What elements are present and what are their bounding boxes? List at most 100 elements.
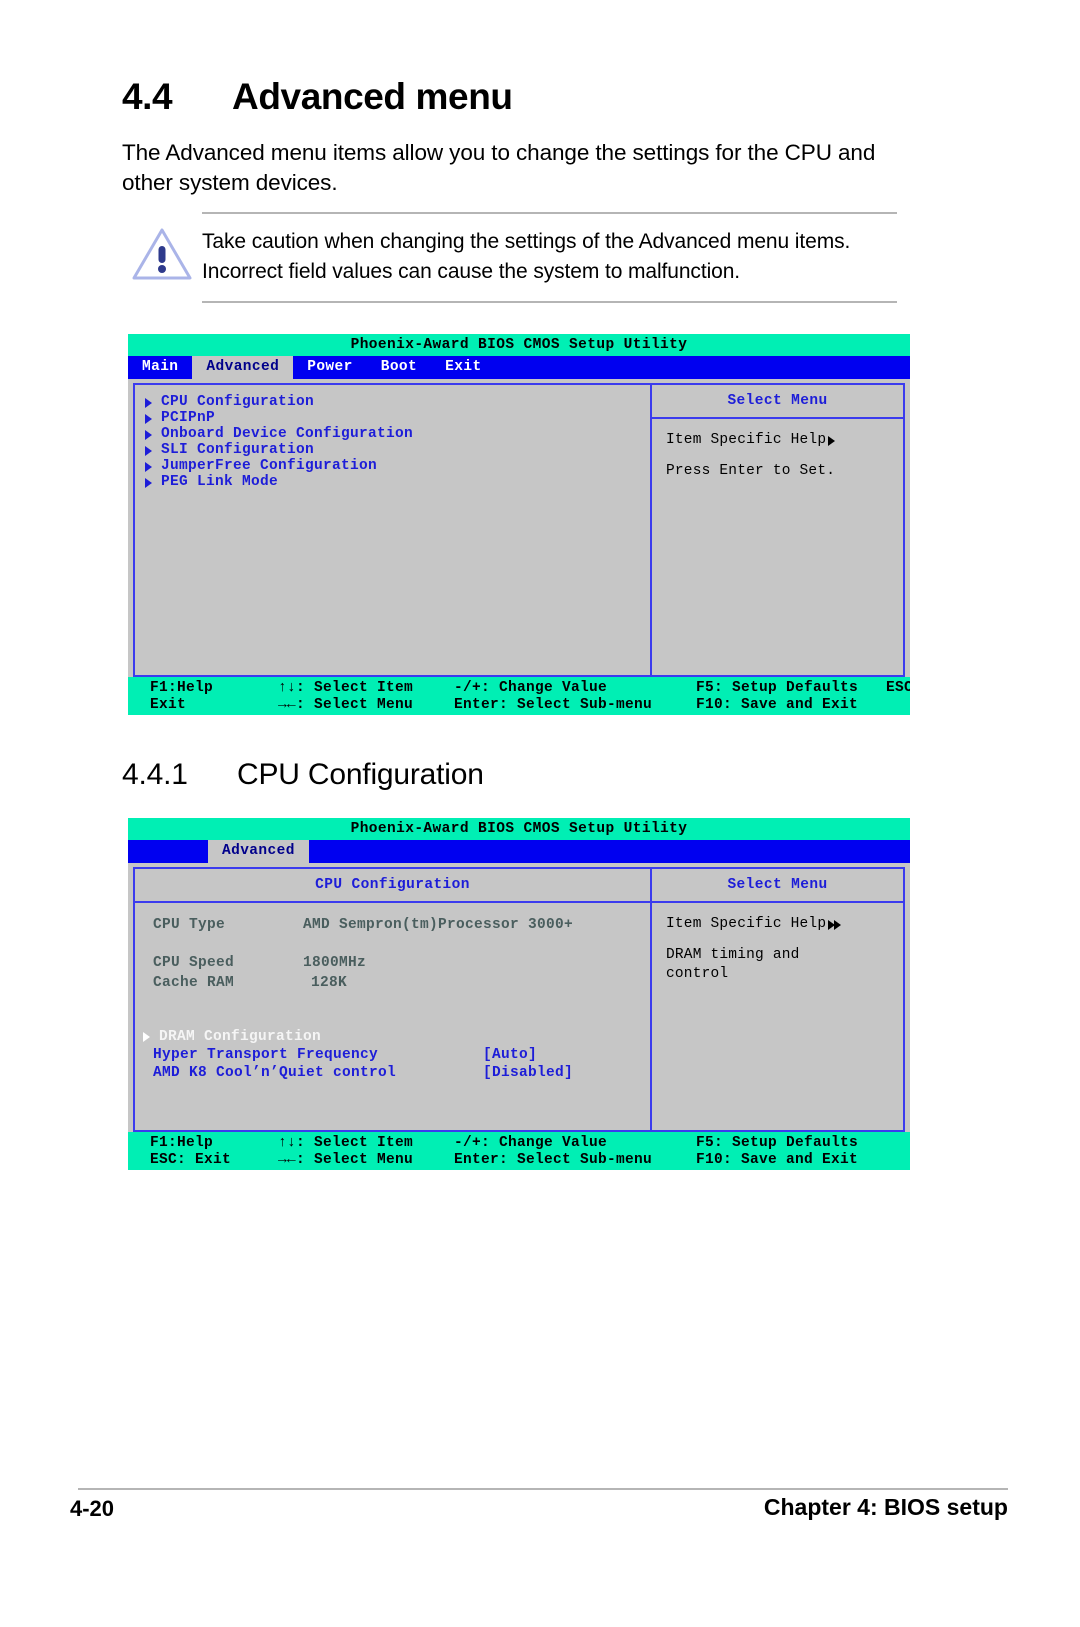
tab-main[interactable]: Main — [128, 356, 192, 379]
page-number: 4-20 — [70, 1496, 115, 1521]
panel-title: CPU Configuration — [135, 869, 650, 903]
document-page: 4.4 Advanced menu The Advanced menu item… — [0, 0, 1080, 1627]
footer-select-menu: →←: Select Menu — [278, 696, 414, 713]
bios-footer: F1:Help ↑↓: Select Item -/+: Change Valu… — [128, 676, 910, 715]
chevron-right-icon — [145, 413, 152, 424]
row-label: CPU Speed — [153, 954, 235, 971]
menu-item-peg-link-mode[interactable]: PEG Link Mode — [145, 475, 650, 491]
subsection-title: 4.4.1 CPU Configuration — [122, 758, 484, 792]
tab-advanced[interactable]: Advanced — [208, 839, 309, 863]
help-content: Item Specific Help Press Enter to Set. — [652, 419, 903, 481]
footer-row-2: ESC: Exit →←: Select Menu Enter: Select … — [128, 1152, 910, 1169]
bios-screen-advanced: Phoenix-Award BIOS CMOS Setup Utility Ma… — [128, 334, 910, 715]
footer-row-1: F1:Help ↑↓: Select Item -/+: Change Valu… — [128, 680, 910, 697]
row-label: Hyper Transport Frequency — [153, 1046, 379, 1063]
row-value: 1800MHz — [303, 954, 367, 971]
subsection-title-text: CPU Configuration — [237, 758, 484, 791]
cpu-info-list: CPU Type AMD Sempron(tm)Processor 3000+ … — [135, 903, 650, 1081]
footer-esc-exit[interactable]: ESC: Exit — [128, 1153, 278, 1168]
chevron-right-icon — [145, 477, 152, 488]
menu-item-label: CPU Configuration — [161, 394, 315, 411]
menu-item-dram-configuration[interactable]: DRAM Configuration — [143, 1029, 650, 1045]
bios-screen-cpu-configuration: Phoenix-Award BIOS CMOS Setup Utility Ad… — [128, 818, 910, 1170]
help-text: Press Enter to Set. — [666, 463, 836, 479]
row-hyper-transport-frequency[interactable]: Hyper Transport Frequency [Auto] — [153, 1047, 650, 1063]
warning-triangle-icon — [122, 212, 202, 282]
footer-select-item: ↑↓: Select Item — [278, 679, 414, 696]
bios-help-panel: Select Menu Item Specific Help Press Ent… — [652, 382, 905, 677]
footer-row-1: F1:Help ↑↓: Select Item -/+: Change Valu… — [128, 1135, 910, 1152]
footer-exit[interactable]: Exit — [128, 698, 278, 713]
menu-item-jumperfree-configuration[interactable]: JumperFree Configuration — [145, 459, 650, 475]
chevron-right-icon — [145, 445, 152, 456]
menu-item-pcipnp[interactable]: PCIPnP — [145, 411, 650, 427]
item-specific-help-label: Item Specific Help — [666, 432, 827, 448]
item-specific-help-row: Item Specific Help — [666, 915, 889, 934]
bios-tab-bar: Advanced — [128, 839, 910, 863]
bios-menu-panel: CPU Configuration PCIPnP Onboard Device … — [133, 382, 652, 677]
tab-boot[interactable]: Boot — [367, 356, 431, 379]
menu-item-label: SLI Configuration — [161, 442, 315, 459]
footer-f1-help[interactable]: F1:Help — [128, 681, 278, 696]
row-cpu-type: CPU Type AMD Sempron(tm)Processor 3000+ — [153, 917, 650, 933]
item-specific-help-label: Item Specific Help — [666, 916, 827, 932]
row-cpu-speed: CPU Speed 1800MHz — [153, 955, 650, 971]
menu-item-sli-configuration[interactable]: SLI Configuration — [145, 443, 650, 459]
footer-select-menu: →←: Select Menu — [278, 1151, 414, 1168]
chevron-right-icon — [143, 1032, 150, 1042]
arrow-right-icon — [834, 919, 842, 930]
tab-bar-filler — [309, 840, 910, 863]
chevron-right-icon — [145, 397, 152, 408]
section-number: 4.4 — [122, 76, 173, 117]
tab-advanced[interactable]: Advanced — [192, 355, 294, 379]
menu-item-label: PEG Link Mode — [161, 474, 279, 491]
row-amd-k8-cool-n-quiet-control[interactable]: AMD K8 Cool’n’Quiet control [Disabled] — [153, 1065, 650, 1081]
footer-f5-defaults[interactable]: F5: Setup Defaults — [696, 681, 886, 696]
row-value: AMD Sempron(tm)Processor 3000+ — [303, 916, 574, 933]
footer-row-2: Exit →←: Select Menu Enter: Select Sub-m… — [128, 697, 910, 714]
row-cache-ram: Cache RAM 128K — [153, 975, 650, 991]
row-value[interactable]: [Auto] — [483, 1048, 537, 1063]
row-value: 128K — [311, 974, 348, 991]
advanced-menu-list: CPU Configuration PCIPnP Onboard Device … — [135, 385, 650, 491]
caution-note: Take caution when changing the settings … — [122, 212, 897, 303]
subsection-number: 4.4.1 — [122, 758, 188, 791]
footer-select-submenu: Enter: Select Sub-menu — [454, 1151, 653, 1168]
item-specific-help-row: Item Specific Help — [666, 431, 889, 450]
section-title: Advanced menu — [232, 76, 513, 117]
menu-item-cpu-configuration[interactable]: CPU Configuration — [145, 395, 650, 411]
tab-bar-filler — [496, 356, 910, 379]
menu-item-label: JumperFree Configuration — [161, 458, 378, 475]
footer-esc[interactable]: ESC: — [886, 681, 910, 696]
cpu-configuration-panel: CPU Configuration CPU Type AMD Sempron(t… — [133, 866, 652, 1132]
bios-tab-bar: Main Advanced Power Boot Exit — [128, 355, 910, 379]
arrow-right-icon — [828, 435, 836, 446]
bios-title: Phoenix-Award BIOS CMOS Setup Utility — [128, 818, 910, 840]
tab-power[interactable]: Power — [293, 356, 367, 379]
tab-exit[interactable]: Exit — [431, 356, 495, 379]
intro-paragraph: The Advanced menu items allow you to cha… — [122, 140, 876, 195]
chapter-label: Chapter 4: BIOS setup — [763, 1494, 1008, 1520]
help-content: Item Specific Help DRAM timing and contr… — [652, 903, 903, 984]
help-text-line1: DRAM timing and — [666, 947, 800, 963]
footer-f10-save[interactable]: F10: Save and Exit — [696, 1153, 886, 1168]
menu-item-label: Onboard Device Configuration — [161, 426, 414, 443]
menu-item-label: PCIPnP — [161, 410, 216, 427]
chevron-right-icon — [145, 461, 152, 472]
footer-f5-defaults[interactable]: F5: Setup Defaults — [696, 1136, 886, 1151]
bios-title: Phoenix-Award BIOS CMOS Setup Utility — [128, 334, 910, 356]
bios-help-panel: Select Menu Item Specific Help DRAM timi… — [652, 866, 905, 1132]
row-value[interactable]: [Disabled] — [483, 1066, 573, 1081]
menu-item-onboard-device-configuration[interactable]: Onboard Device Configuration — [145, 427, 650, 443]
bios-body: CPU Configuration CPU Type AMD Sempron(t… — [128, 862, 910, 1132]
footer-f1-help[interactable]: F1:Help — [128, 1136, 278, 1151]
row-label: Cache RAM — [153, 974, 235, 991]
caution-text: Take caution when changing the settings … — [202, 212, 897, 303]
select-menu-title: Select Menu — [652, 385, 903, 419]
footer-f10-save[interactable]: F10: Save and Exit — [696, 698, 886, 713]
row-label: CPU Type — [153, 916, 226, 933]
bios-footer: F1:Help ↑↓: Select Item -/+: Change Valu… — [128, 1131, 910, 1170]
help-spacer — [666, 934, 889, 946]
